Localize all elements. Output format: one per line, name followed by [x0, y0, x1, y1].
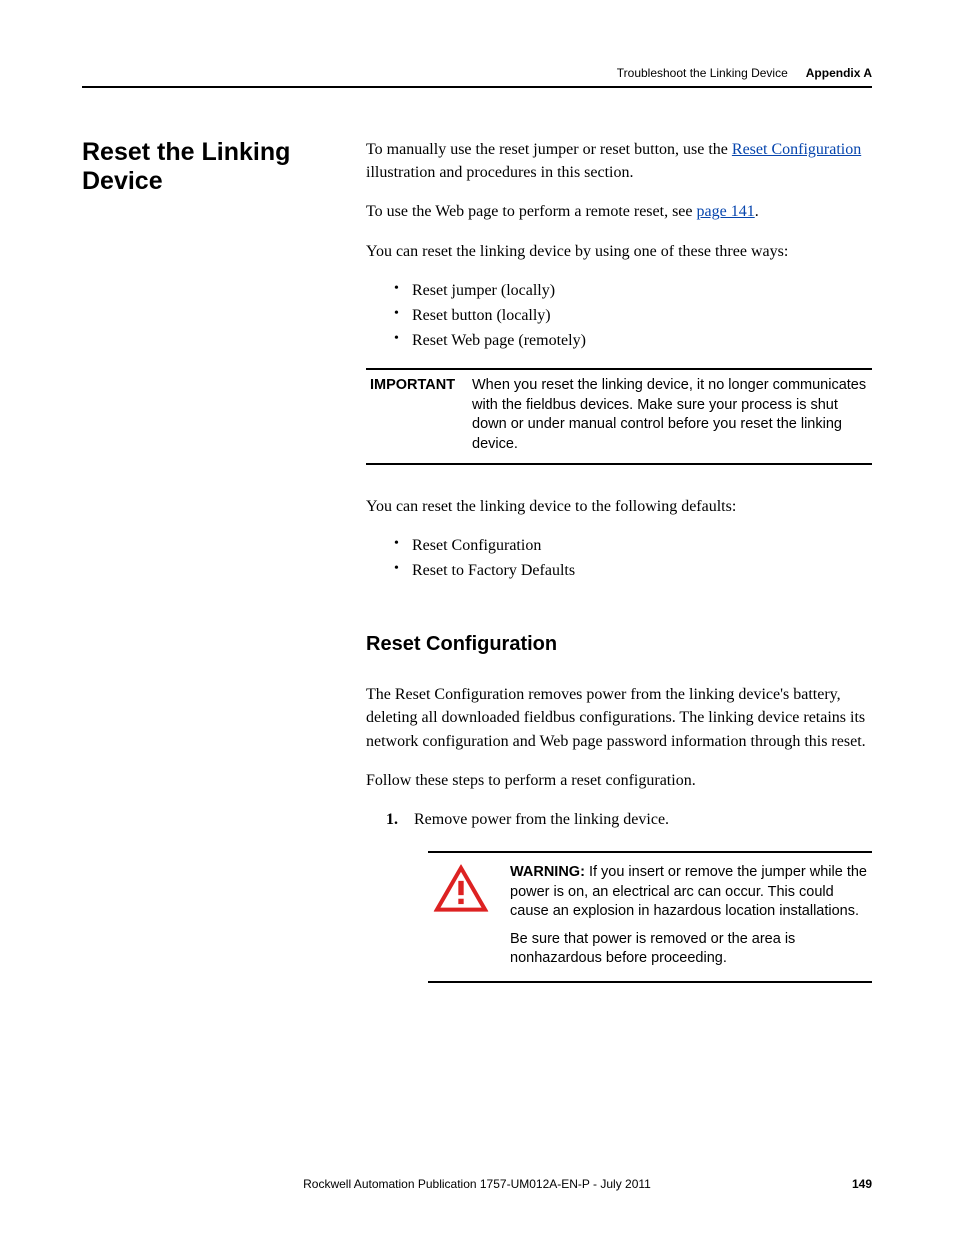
header-appendix: Appendix A — [806, 66, 872, 80]
important-callout: IMPORTANT When you reset the linking dev… — [366, 368, 872, 464]
reset-configuration-link[interactable]: Reset Configuration — [732, 141, 861, 158]
list-item: Reset Web page (remotely) — [394, 329, 872, 352]
list-item: Reset button (locally) — [394, 304, 872, 327]
side-heading-column: Reset the Linking Device — [82, 138, 338, 983]
intro-paragraph-2: To use the Web page to perform a remote … — [366, 200, 872, 223]
defaults-intro: You can reset the linking device to the … — [366, 495, 872, 518]
text: To use the Web page to perform a remote … — [366, 203, 697, 220]
list-item: Reset Configuration — [394, 534, 872, 557]
reset-configuration-heading: Reset Configuration — [366, 630, 872, 659]
header-section-title: Troubleshoot the Linking Device — [617, 66, 788, 80]
list-item: Reset jumper (locally) — [394, 279, 872, 302]
warning-callout: WARNING: If you insert or remove the jum… — [428, 851, 872, 983]
list-item: Reset to Factory Defaults — [394, 559, 872, 582]
defaults-list: Reset Configuration Reset to Factory Def… — [394, 534, 872, 582]
reset-ways-list: Reset jumper (locally) Reset button (loc… — [394, 279, 872, 353]
warning-paragraph-1: WARNING: If you insert or remove the jum… — [510, 863, 868, 922]
intro-paragraph-1: To manually use the reset jumper or rese… — [366, 138, 872, 184]
ways-intro: You can reset the linking device by usin… — [366, 240, 872, 263]
warning-text: WARNING: If you insert or remove the jum… — [510, 863, 868, 969]
text: . — [755, 203, 759, 220]
reset-config-paragraph-2: Follow these steps to perform a reset co… — [366, 769, 872, 792]
page-141-link[interactable]: page 141 — [697, 203, 755, 220]
text: To manually use the reset jumper or rese… — [366, 141, 732, 158]
footer-publication: Rockwell Automation Publication 1757-UM0… — [122, 1177, 832, 1191]
section-heading: Reset the Linking Device — [82, 138, 338, 196]
steps-list: 1. Remove power from the linking device. — [386, 808, 872, 831]
content-columns: Reset the Linking Device To manually use… — [82, 138, 872, 983]
page-footer: Rockwell Automation Publication 1757-UM0… — [82, 1177, 872, 1191]
body-column: To manually use the reset jumper or rese… — [366, 138, 872, 983]
important-text: When you reset the linking device, it no… — [472, 376, 868, 454]
important-label: IMPORTANT — [370, 376, 456, 454]
step-number: 1. — [386, 808, 404, 831]
page: Troubleshoot the Linking Device Appendix… — [0, 0, 954, 983]
reset-config-paragraph-1: The Reset Configuration removes power fr… — [366, 683, 872, 753]
text: illustration and procedures in this sect… — [366, 164, 634, 181]
running-header: Troubleshoot the Linking Device Appendix… — [82, 66, 872, 88]
page-number: 149 — [832, 1177, 872, 1191]
warning-paragraph-2: Be sure that power is removed or the are… — [510, 930, 868, 969]
step-1: 1. Remove power from the linking device. — [386, 808, 872, 831]
warning-icon — [432, 863, 490, 913]
step-text: Remove power from the linking device. — [414, 808, 669, 831]
warning-label: WARNING: — [510, 864, 589, 880]
